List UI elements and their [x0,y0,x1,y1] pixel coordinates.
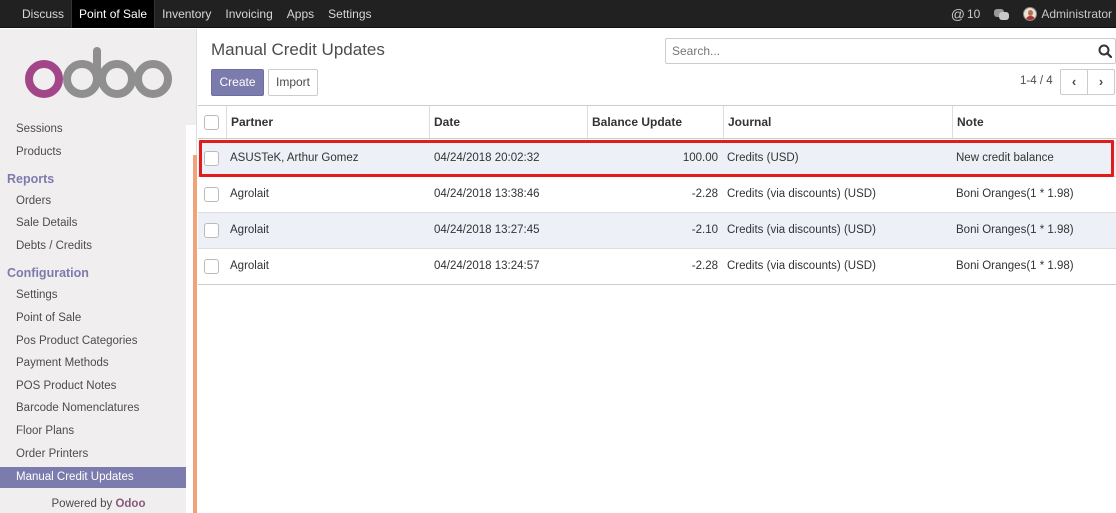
sidebar-item-point-of-sale[interactable]: Point of Sale [16,312,81,324]
sidebar-item-floor-plans[interactable]: Floor Plans [16,425,74,437]
user-name: Administrator [1041,7,1112,21]
chevron-right-icon: › [1098,74,1104,89]
column-balance-update[interactable]: Balance Update [587,106,723,138]
import-button[interactable]: Import [268,69,318,96]
menu-settings[interactable]: Settings [321,0,378,28]
notifications-count: 10 [966,7,981,21]
chat-button[interactable] [994,8,1010,20]
row-checkbox[interactable] [204,223,219,238]
page-title: Manual Credit Updates [211,40,385,59]
app-menu: Discuss Point of Sale Inventory Invoicin… [15,0,379,28]
menu-point-of-sale[interactable]: Point of Sale [71,0,156,28]
cell-journal: Credits (via discounts) (USD) [727,224,876,236]
cell-note: Boni Oranges(1 * 1.98) [956,188,1074,200]
sidebar-item-orders[interactable]: Orders [16,195,51,207]
menu-apps[interactable]: Apps [280,0,321,28]
top-navbar: Discuss Point of Sale Inventory Invoicin… [0,0,1116,28]
sidebar-item-payment-methods[interactable]: Payment Methods [16,357,109,369]
cell-note: Boni Oranges(1 * 1.98) [956,224,1074,236]
cell-partner: Agrolait [230,188,269,200]
table-row[interactable]: ASUSTeK, Arthur Gomez 04/24/2018 20:02:3… [198,141,1116,177]
sidebar-item-barcode-nomenclatures[interactable]: Barcode Nomenclatures [16,402,139,414]
cell-date: 04/24/2018 20:02:32 [434,152,540,164]
sidebar: Sessions Products Reports Orders Sale De… [0,29,197,513]
menu-discuss[interactable]: Discuss [15,0,71,28]
sidebar-header-configuration[interactable]: Configuration [7,266,89,280]
table-header: Partner Date Balance Update Journal Note [198,105,1116,139]
user-menu[interactable]: Administrator [1023,7,1112,21]
avatar [1023,7,1038,21]
cell-balance: -2.28 [691,188,718,200]
row-checkbox[interactable] [204,259,219,274]
powered-by-brand[interactable]: Odoo [115,498,145,510]
pager-next-button[interactable]: › [1087,69,1115,95]
column-partner[interactable]: Partner [226,106,429,138]
list-bottom-divider [198,284,1116,285]
column-note[interactable]: Note [952,106,1116,138]
sidebar-item-pos-product-notes[interactable]: POS Product Notes [16,380,116,392]
cell-partner: Agrolait [230,260,269,272]
cell-journal: Credits (via discounts) (USD) [727,260,876,272]
systray: @ 10 Administrator [937,0,1116,28]
cell-note: New credit balance [956,152,1054,164]
odoo-logo [25,47,172,98]
cell-partner: Agrolait [230,224,269,236]
column-journal[interactable]: Journal [723,106,952,138]
at-icon: @ [950,6,965,22]
sidebar-item-debts-credits[interactable]: Debts / Credits [16,240,92,252]
sidebar-item-manual-credit-updates[interactable]: Manual Credit Updates [0,467,186,488]
cell-date: 04/24/2018 13:38:46 [434,188,540,200]
cell-balance: -2.10 [691,224,718,236]
cell-note: Boni Oranges(1 * 1.98) [956,260,1074,272]
create-button[interactable]: Create [211,69,264,96]
cell-partner: ASUSTeK, Arthur Gomez [230,152,359,164]
pager-previous-button[interactable]: ‹ [1060,69,1088,95]
row-checkbox[interactable] [204,151,219,166]
sidebar-item-sessions[interactable]: Sessions [16,123,63,135]
cell-journal: Credits (via discounts) (USD) [727,188,876,200]
search-icon[interactable] [1098,44,1112,58]
table-row[interactable]: Agrolait 04/24/2018 13:38:46 -2.28 Credi… [198,177,1116,213]
column-date[interactable]: Date [429,106,587,138]
menu-inventory[interactable]: Inventory [155,0,218,28]
sidebar-item-order-printers[interactable]: Order Printers [16,448,88,460]
search-input[interactable] [666,39,1086,63]
chevron-left-icon: ‹ [1071,74,1077,89]
cell-date: 04/24/2018 13:27:45 [434,224,540,236]
chat-bubbles-icon [994,8,1010,20]
sidebar-item-settings[interactable]: Settings [16,289,58,301]
select-all-checkbox[interactable] [204,115,219,130]
cell-balance: 100.00 [682,152,718,164]
list-scrollbar[interactable] [193,183,197,513]
table-row[interactable]: Agrolait 04/24/2018 13:27:45 -2.10 Credi… [198,213,1116,249]
sidebar-header-reports[interactable]: Reports [7,172,54,186]
table-row[interactable]: Agrolait 04/24/2018 13:24:57 -2.28 Credi… [198,249,1116,285]
sidebar-item-sale-details[interactable]: Sale Details [16,217,77,229]
menu-invoicing[interactable]: Invoicing [218,0,279,28]
cell-journal: Credits (USD) [727,152,799,164]
cell-balance: -2.28 [691,260,718,272]
pager-value[interactable]: 1-4 / 4 [1020,75,1053,87]
cell-date: 04/24/2018 13:24:57 [434,260,540,272]
powered-by: Powered by Odoo [51,498,146,510]
sidebar-item-products[interactable]: Products [16,146,61,158]
search-box [665,38,1116,64]
notifications-button[interactable]: @ 10 [951,6,981,22]
sidebar-item-pos-product-categories[interactable]: Pos Product Categories [16,335,137,347]
row-checkbox[interactable] [204,187,219,202]
